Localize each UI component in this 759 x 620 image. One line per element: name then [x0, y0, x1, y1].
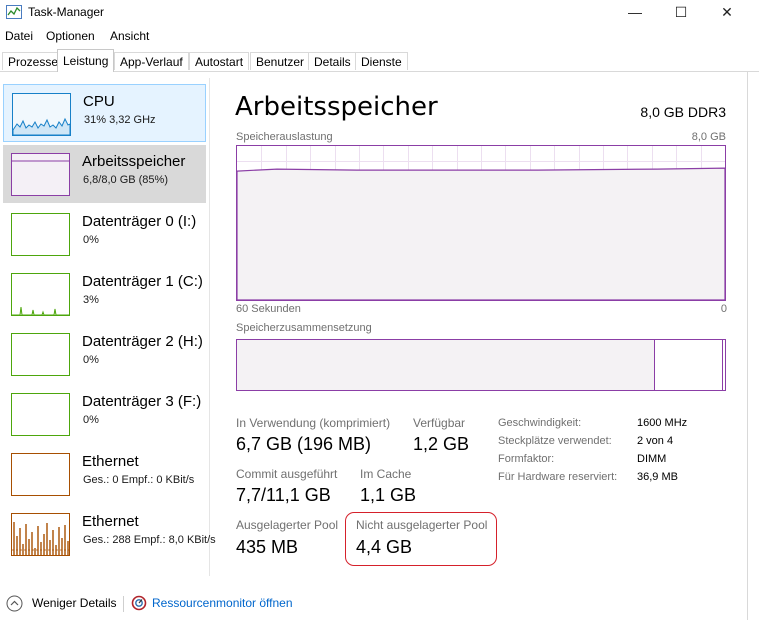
- tab-dienste[interactable]: Dienste: [355, 52, 408, 70]
- sidebar-item-ethernet-1[interactable]: Ethernet Ges.: 0 Empf.: 0 KBit/s: [3, 445, 206, 503]
- sidebar-item-cpu[interactable]: CPU 31% 3,32 GHz: [3, 84, 206, 142]
- sidebar-item-label: CPU: [83, 93, 115, 110]
- sidebar-item-value: Ges.: 288 Empf.: 8,0 KBit/s: [83, 534, 216, 546]
- tab-details[interactable]: Details: [308, 52, 357, 70]
- sidebar-item-label: Datenträger 1 (C:): [82, 273, 203, 290]
- ethernet-thumbnail-graph: [11, 453, 70, 496]
- menu-ansicht[interactable]: Ansicht: [110, 29, 149, 43]
- usage-graph-label: Speicherauslastung: [236, 131, 333, 143]
- tab-autostart[interactable]: Autostart: [189, 52, 250, 70]
- sidebar-item-value: 31% 3,32 GHz: [84, 114, 156, 126]
- tab-app-verlauf[interactable]: App-Verlauf: [114, 52, 189, 70]
- window-title: Task-Manager: [28, 5, 105, 19]
- cache-label: Im Cache: [360, 467, 412, 481]
- sidebar-item-value: 6,8/8,0 GB (85%): [83, 174, 168, 186]
- sidebar-item-value: Ges.: 0 Empf.: 0 KBit/s: [83, 474, 195, 486]
- spec-value: 2 von 4: [637, 435, 674, 447]
- spec-label: Geschwindigkeit:: [498, 417, 582, 429]
- paged-pool-label: Ausgelagerter Pool: [236, 518, 339, 532]
- chevron-up-icon[interactable]: [6, 595, 23, 612]
- spec-value: 1600 MHz: [637, 417, 688, 429]
- composition-in-use: [237, 340, 655, 390]
- sidebar-item-value: 3%: [83, 294, 99, 306]
- resource-monitor-link[interactable]: Ressourcenmonitor öffnen: [152, 596, 293, 610]
- footer-bar: Weniger Details Ressourcenmonitor öffnen: [0, 590, 759, 620]
- sidebar-item-value: 0%: [83, 354, 99, 366]
- spec-label: Steckplätze verwendet:: [498, 435, 612, 447]
- memory-spec: 8,0 GB DDR3: [640, 104, 726, 120]
- window-edge: [747, 71, 748, 620]
- memory-composition-bar: [236, 339, 726, 391]
- memory-usage-graph: [236, 145, 726, 301]
- sidebar-item-disk-2[interactable]: Datenträger 2 (H:) 0%: [3, 325, 206, 383]
- disk-thumbnail-graph: [11, 333, 70, 376]
- page-title: Arbeitsspeicher: [235, 92, 438, 122]
- in-use-label: In Verwendung (komprimiert): [236, 416, 391, 430]
- disk-thumbnail-graph: [11, 393, 70, 436]
- memory-thumbnail-graph: [11, 153, 70, 196]
- sidebar-item-label: Ethernet: [82, 453, 139, 470]
- sidebar-item-ethernet-2[interactable]: Ethernet Ges.: 288 Empf.: 8,0 KBit/s: [3, 505, 216, 563]
- nonpaged-pool-highlight: [345, 512, 497, 566]
- sidebar-item-value: 0%: [83, 414, 99, 426]
- tab-leistung[interactable]: Leistung: [57, 49, 115, 72]
- close-button[interactable]: ✕: [704, 0, 750, 26]
- disk-thumbnail-graph: [11, 213, 70, 256]
- title-bar: Task-Manager — ☐ ✕: [0, 0, 759, 26]
- cpu-thumbnail-graph: [12, 93, 71, 136]
- sidebar-item-label: Datenträger 0 (I:): [82, 213, 197, 230]
- footer-separator: [123, 596, 124, 612]
- time-axis-right: 0: [720, 303, 727, 315]
- sidebar-item-disk-0[interactable]: Datenträger 0 (I:) 0%: [3, 205, 206, 263]
- sidebar-item-value: 0%: [83, 234, 99, 246]
- sidebar-item-label: Datenträger 3 (F:): [82, 393, 202, 410]
- sidebar-item-label: Datenträger 2 (H:): [82, 333, 203, 350]
- minimize-button[interactable]: —: [612, 0, 658, 26]
- disk-thumbnail-graph: [11, 273, 70, 316]
- available-value: 1,2 GB: [413, 434, 470, 454]
- ethernet-thumbnail-graph: [11, 513, 70, 556]
- composition-standby: [655, 340, 723, 390]
- in-use-value: 6,7 GB (196 MB): [236, 434, 372, 454]
- task-manager-icon: [6, 5, 22, 19]
- menu-optionen[interactable]: Optionen: [46, 29, 95, 43]
- commit-label: Commit ausgeführt: [236, 467, 338, 481]
- commit-value: 7,7/11,1 GB: [236, 485, 331, 505]
- sidebar-item-disk-3[interactable]: Datenträger 3 (F:) 0%: [3, 385, 206, 443]
- available-label: Verfügbar: [413, 416, 466, 430]
- cache-value: 1,1 GB: [360, 485, 417, 505]
- tab-benutzer[interactable]: Benutzer: [250, 52, 311, 70]
- sidebar-item-label: Arbeitsspeicher: [82, 153, 186, 170]
- sidebar-item-label: Ethernet: [82, 513, 139, 530]
- maximize-button[interactable]: ☐: [658, 0, 704, 26]
- tab-strip: Prozesse Leistung App-Verlauf Autostart …: [0, 49, 759, 72]
- composition-label: Speicherzusammensetzung: [236, 322, 372, 334]
- tab-prozesse[interactable]: Prozesse: [2, 52, 65, 70]
- resource-monitor-icon[interactable]: [131, 595, 147, 611]
- sidebar-item-disk-1[interactable]: Datenträger 1 (C:) 3%: [3, 265, 206, 323]
- spec-value: 36,9 MB: [637, 471, 678, 483]
- usage-graph-max: 8,0 GB: [691, 131, 726, 143]
- paged-pool-value: 435 MB: [236, 537, 299, 557]
- spec-label: Formfaktor:: [498, 453, 555, 465]
- sidebar-divider: [209, 78, 210, 576]
- spec-value: DIMM: [637, 453, 667, 465]
- spec-label: Für Hardware reserviert:: [498, 471, 618, 483]
- usage-area: [237, 167, 725, 300]
- menu-datei[interactable]: Datei: [5, 29, 33, 43]
- fewer-details-button[interactable]: Weniger Details: [32, 596, 116, 610]
- time-axis-left: 60 Sekunden: [236, 303, 301, 315]
- sidebar-item-arbeitsspeicher[interactable]: Arbeitsspeicher 6,8/8,0 GB (85%): [3, 145, 206, 203]
